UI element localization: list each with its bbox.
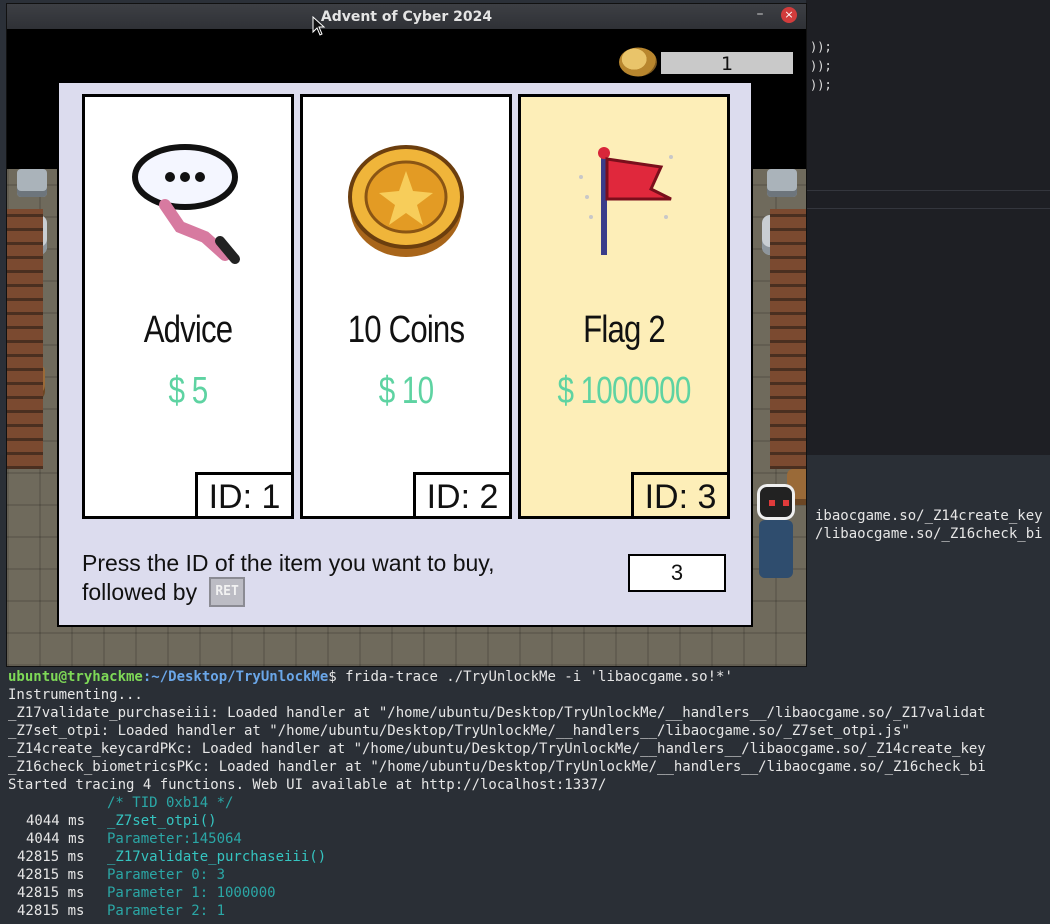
divider <box>806 208 1050 209</box>
terminal-line: _Z7set_otpi: Loaded handler at "/home/ub… <box>8 723 910 739</box>
trace-time: 42815 ms <box>17 849 85 865</box>
speech-bubble-icon <box>132 144 240 264</box>
terminal-line: Instrumenting... <box>8 687 143 703</box>
trace-text: _Z17validate_purchaseiii() <box>107 849 327 865</box>
code-line: )); <box>810 40 832 54</box>
coin-icon <box>348 145 464 257</box>
purchase-prompt: Press the ID of the item you want to buy… <box>82 549 542 609</box>
tid-comment: /* TID 0xb14 */ <box>107 795 234 811</box>
item-name: 10 Coins <box>347 309 465 351</box>
code-line: )); <box>810 78 832 92</box>
pillar <box>17 169 47 197</box>
shop-item-flag-2[interactable]: Flag 2 $ 1000000 ID: 3 <box>518 94 730 519</box>
coin-count: 1 <box>661 52 793 75</box>
prompt-line: Press the ID of the item you want to buy… <box>82 550 495 576</box>
shop-dialog: Advice $ 5 ID: 1 10 Coins $ 10 ID: 2 Fla… <box>57 81 753 627</box>
game-canvas[interactable]: 1 Advice $ 5 ID: 1 10 Coins $ 10 ID: 2 F… <box>7 29 806 666</box>
terminal-line: _Z16check_biometricsPKc: Loaded handler … <box>8 759 986 775</box>
item-id: ID: 3 <box>631 472 730 519</box>
prompt-user: ubuntu@tryhackme <box>8 669 143 685</box>
trace-text: Parameter 2: 1 <box>107 903 226 919</box>
divider <box>806 190 1050 191</box>
trace-text: Parameter:145064 <box>107 831 242 847</box>
return-key-icon: RET <box>209 576 246 607</box>
terminal-line: _Z17validate_purchaseiii: Loaded handler… <box>8 705 986 721</box>
minimize-button[interactable]: – <box>751 6 769 24</box>
command-text: $ frida-trace ./TryUnlockMe -i 'libaocga… <box>328 669 733 685</box>
game-window[interactable]: Advent of Cyber 2024 – × 1 Advice $ 5 ID… <box>7 4 806 666</box>
close-button[interactable]: × <box>781 7 797 23</box>
trace-text: _Z7set_otpi() <box>107 813 217 829</box>
terminal-line: /libaocgame.so/_Z16check_bi <box>815 526 1043 542</box>
trace-time: 4044 ms <box>26 813 86 829</box>
trace-time: 42815 ms <box>17 885 85 901</box>
terminal-line: ibaocgame.so/_Z14create_key <box>815 508 1043 524</box>
coin-icon <box>619 47 657 77</box>
shop-item-10-coins[interactable]: 10 Coins $ 10 ID: 2 <box>300 94 512 519</box>
window-titlebar[interactable]: Advent of Cyber 2024 – × <box>7 4 806 29</box>
item-id: ID: 1 <box>195 472 294 519</box>
item-id: ID: 2 <box>413 472 512 519</box>
prompt-line: followed by RET <box>82 576 542 609</box>
trace-text: Parameter 1: 1000000 <box>107 885 276 901</box>
item-id-input[interactable]: 3 <box>628 554 726 592</box>
item-price: $ 5 <box>168 370 209 412</box>
shop-item-advice[interactable]: Advice $ 5 ID: 1 <box>82 94 294 519</box>
terminal-command-line: ubuntu@tryhackme:~/Desktop/TryUnlockMe$ … <box>8 668 733 686</box>
terminal-line: Started tracing 4 functions. Web UI avai… <box>8 777 607 793</box>
code-line: )); <box>810 59 832 73</box>
code-editor: )); )); )); <box>806 0 1050 455</box>
npc-character <box>753 484 799 582</box>
item-name: Advice <box>143 309 233 351</box>
terminal-line: _Z14create_keycardPKc: Loaded handler at… <box>8 741 986 757</box>
window-title: Advent of Cyber 2024 <box>320 9 493 25</box>
flag-icon <box>579 147 673 255</box>
item-price: $ 10 <box>378 370 434 412</box>
trace-time: 4044 ms <box>26 831 86 847</box>
pillar <box>767 169 797 197</box>
prompt-text: followed by <box>82 579 198 605</box>
prompt-path: :~/Desktop/TryUnlockMe <box>142 669 329 685</box>
mouse-cursor-icon <box>312 16 326 36</box>
trace-time: 42815 ms <box>17 867 85 883</box>
brick-wall <box>770 209 806 469</box>
coin-counter: 1 <box>619 45 795 81</box>
trace-text: Parameter 0: 3 <box>107 867 226 883</box>
item-price: $ 1000000 <box>557 370 691 412</box>
brick-wall <box>7 209 43 469</box>
trace-time: 42815 ms <box>17 903 85 919</box>
item-name: Flag 2 <box>583 309 666 351</box>
